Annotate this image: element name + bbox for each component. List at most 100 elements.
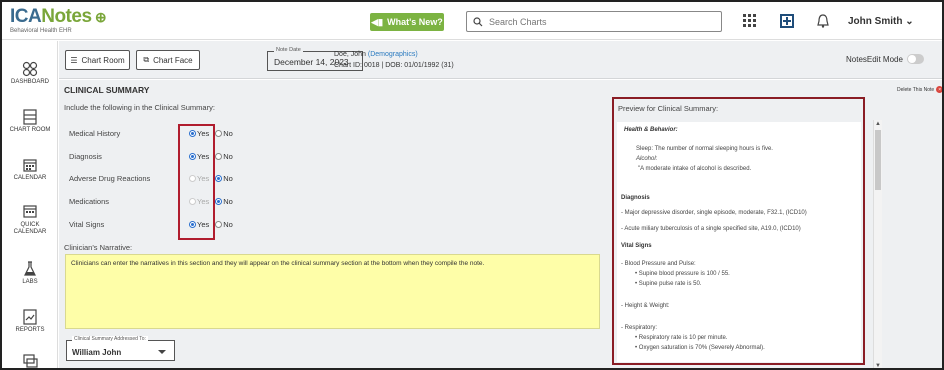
- dashboard-icon: [22, 61, 38, 77]
- scroll-thumb[interactable]: [875, 130, 881, 190]
- question-medications: Medications: [69, 197, 110, 206]
- preview-alcohol-label: Alcohol:: [636, 156, 658, 162]
- question-diagnosis: Diagnosis: [69, 152, 102, 161]
- quick-calendar-icon: [23, 205, 37, 218]
- preview-alcohol-text: "A moderate intake of alcohol is describ…: [638, 166, 752, 172]
- preview-health-behavior: Health & Behavior:: [624, 127, 678, 133]
- patient-name: Doe, John: [334, 51, 366, 58]
- chart-room-icon: [23, 109, 37, 125]
- no-label: No: [223, 220, 233, 229]
- edit-mode-label: NotesEdit Mode: [846, 54, 903, 64]
- question-medical-history: Medical History: [69, 129, 121, 138]
- preview-height-weight: - Height & Weight:: [621, 303, 670, 309]
- app-logo[interactable]: ICANotes ⊕ Behavioral Health EHR: [10, 7, 107, 35]
- labs-icon: [24, 261, 36, 276]
- side-nav: DASHBOARD CHART ROOM CALENDAR QUICK CALE…: [2, 41, 58, 368]
- chart-face-icon: ⧉: [143, 55, 150, 64]
- preview-scrollbar[interactable]: ▲ ▼: [873, 120, 882, 368]
- caret-down-icon: [158, 350, 166, 354]
- nav-chart-room-label: CHART ROOM: [9, 127, 51, 133]
- clinical-summary-panel: CLINICAL SUMMARY Delete This Note × Incl…: [59, 80, 942, 368]
- top-bar: ICANotes ⊕ Behavioral Health EHR ◀▮ What…: [2, 2, 942, 40]
- nav-dashboard[interactable]: DASHBOARD: [2, 61, 58, 86]
- question-adverse-drug-reactions: Adverse Drug Reactions: [69, 174, 151, 183]
- preview-box: Preview for Clinical Summary: Health & B…: [612, 97, 865, 365]
- addressed-to-select[interactable]: Clinical Summary Addressed To: William J…: [66, 336, 175, 361]
- radio-no[interactable]: [215, 153, 223, 160]
- close-icon: ×: [936, 86, 942, 93]
- preview-oxygen: • Oxygen saturation is 70% (Severely Abn…: [635, 345, 765, 351]
- chart-face-button[interactable]: ⧉ Chart Face: [136, 50, 200, 70]
- note-header: ☰ Chart Room ⧉ Chart Face Note Date Dece…: [59, 41, 942, 79]
- question-vital-signs: Vital Signs: [69, 220, 105, 229]
- app-frame: ICANotes ⊕ Behavioral Health EHR ◀▮ What…: [0, 0, 944, 370]
- scroll-down-icon[interactable]: ▼: [875, 363, 881, 368]
- chart-room-button[interactable]: ☰ Chart Room: [65, 50, 130, 70]
- whats-new-button[interactable]: ◀▮ What's New?: [370, 13, 444, 31]
- no-option[interactable]: No: [215, 220, 233, 229]
- radio-no[interactable]: [215, 221, 223, 228]
- chat-icon: [23, 354, 38, 368]
- radio-no[interactable]: [215, 130, 223, 137]
- preview-diagnosis-head: Diagnosis: [621, 195, 650, 201]
- nav-chart-room[interactable]: CHART ROOM: [2, 109, 58, 134]
- preview-dx1: - Major depressive disorder, single epis…: [621, 210, 807, 216]
- radio-no[interactable]: [215, 175, 223, 182]
- nav-labs-label: LABS: [22, 279, 38, 285]
- nav-more[interactable]: [2, 353, 58, 368]
- grid-menu-icon[interactable]: [740, 11, 760, 31]
- note-date-legend: Note Date: [274, 47, 303, 53]
- no-option[interactable]: No: [215, 174, 233, 183]
- preview-respiratory: - Respiratory:: [621, 325, 658, 331]
- nav-quick-calendar[interactable]: QUICK CALENDAR: [2, 204, 58, 236]
- chart-id-dob: Chart ID: 0018 | DOB: 01/01/1992 (31): [334, 62, 454, 69]
- preview-dx2: - Acute miliary tuberculosis of a single…: [621, 226, 801, 232]
- user-menu[interactable]: John Smith ⌄: [848, 16, 914, 27]
- notes-edit-mode: NotesEdit Mode: [846, 54, 924, 64]
- no-option[interactable]: No: [215, 129, 233, 138]
- reports-icon: [23, 309, 37, 325]
- nav-reports[interactable]: REPORTS: [2, 309, 58, 334]
- narrative-label: Clinician's Narrative:: [64, 243, 133, 252]
- preview-pulse: • Supine pulse rate is 50.: [635, 281, 702, 287]
- preview-bp: • Supine blood pressure is 100 / 55.: [635, 271, 730, 277]
- hospital-icon[interactable]: [777, 11, 797, 31]
- nav-quick-calendar-label: QUICK CALENDAR: [13, 222, 47, 235]
- nav-dashboard-label: DASHBOARD: [10, 79, 49, 85]
- delete-note-label: Delete This Note: [897, 86, 935, 93]
- no-label: No: [223, 197, 233, 206]
- edit-mode-toggle[interactable]: [906, 54, 924, 64]
- no-label: No: [223, 152, 233, 161]
- delete-note-button[interactable]: Delete This Note ×: [897, 86, 942, 93]
- search-charts[interactable]: [466, 11, 722, 32]
- whats-new-label: What's New?: [387, 17, 443, 27]
- chart-face-button-label: Chart Face: [153, 55, 193, 65]
- radio-no[interactable]: [215, 198, 223, 205]
- calendar-icon: [23, 159, 37, 172]
- highlight-box-options: [178, 124, 215, 240]
- user-name: John Smith: [848, 16, 903, 27]
- nav-calendar[interactable]: CALENDAR: [2, 157, 58, 182]
- chart-room-button-label: Chart Room: [81, 55, 125, 65]
- logo-subtitle: Behavioral Health EHR: [10, 28, 72, 34]
- instructions: Include the following in the Clinical Su…: [64, 103, 215, 112]
- demographics-link[interactable]: (Demographics): [368, 51, 418, 58]
- megaphone-icon: ◀▮: [371, 16, 384, 27]
- addressed-to-legend: Clinical Summary Addressed To:: [72, 336, 148, 342]
- scroll-up-icon[interactable]: ▲: [875, 121, 881, 127]
- section-title: CLINICAL SUMMARY: [64, 85, 150, 95]
- preview-content[interactable]: Health & Behavior: Sleep: The number of …: [617, 122, 861, 362]
- search-icon: [473, 16, 483, 26]
- nav-calendar-label: CALENDAR: [13, 175, 47, 181]
- preview-bp-pulse: - Blood Pressure and Pulse:: [621, 261, 696, 267]
- no-option[interactable]: No: [215, 197, 233, 206]
- narrative-textarea[interactable]: Clinicians can enter the narratives in t…: [65, 254, 600, 329]
- patient-info: Doe, John (Demographics) Chart ID: 0018 …: [334, 49, 454, 71]
- preview-vitals-head: Vital Signs: [621, 243, 652, 249]
- bell-icon[interactable]: [813, 11, 833, 31]
- addressed-to-value: William John: [72, 348, 122, 357]
- search-input[interactable]: [489, 16, 709, 27]
- preview-resp-rate: • Respiratory rate is 10 per minute.: [635, 335, 728, 341]
- nav-labs[interactable]: LABS: [2, 261, 58, 286]
- no-option[interactable]: No: [215, 152, 233, 161]
